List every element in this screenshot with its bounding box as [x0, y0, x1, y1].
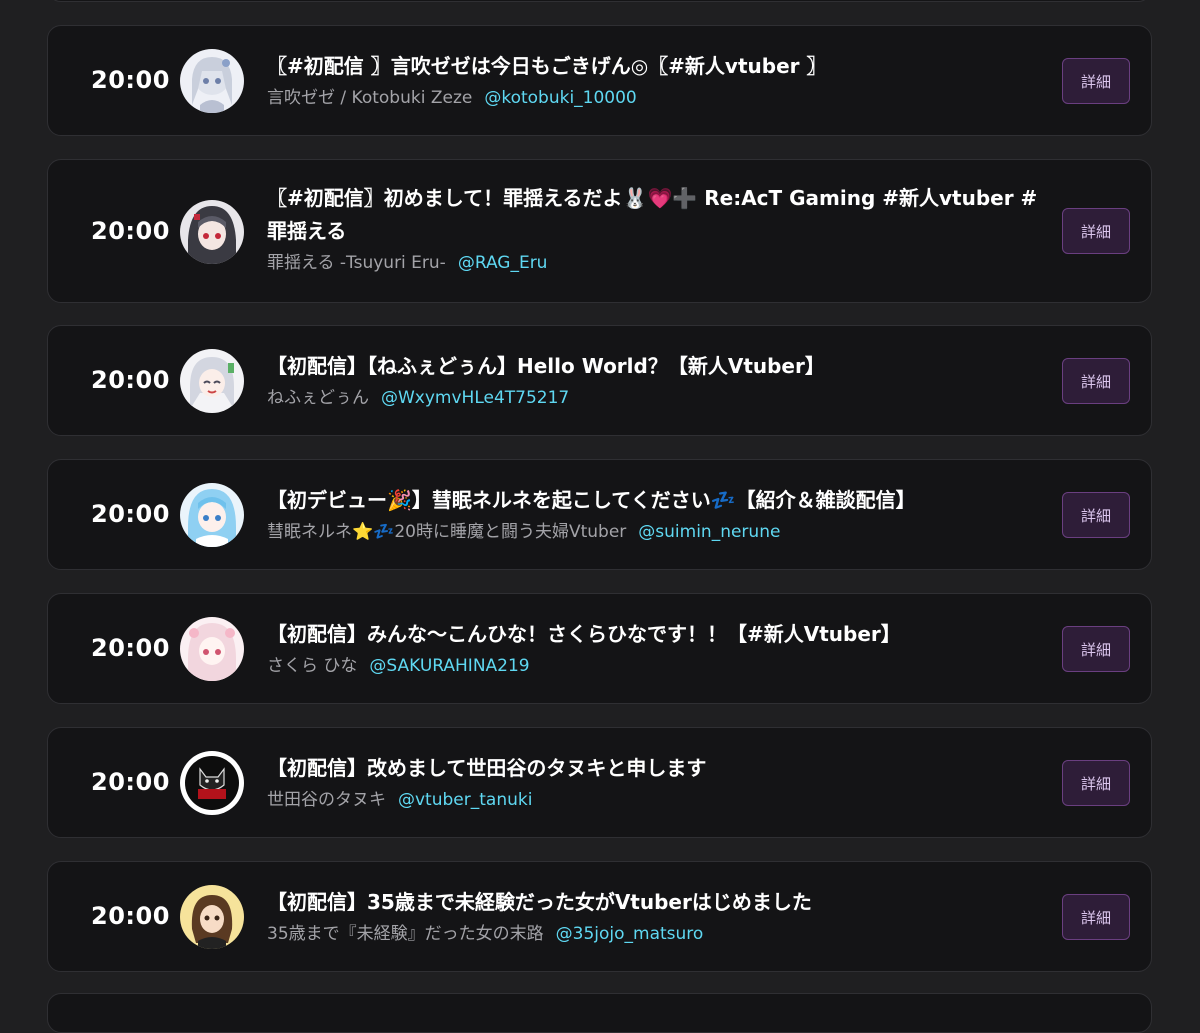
- detail-button[interactable]: 詳細: [1062, 894, 1130, 940]
- stream-title[interactable]: 【初配信】【ねふぇどぅん】Hello World？【新人Vtuber】: [267, 350, 1047, 383]
- channel-name[interactable]: 35歳まで『未経験』だった女の末路: [267, 924, 544, 944]
- avatar-sakura-hina-icon[interactable]: [180, 617, 244, 681]
- avatar-tsuyuri-eru-icon[interactable]: [180, 200, 244, 264]
- stream-title[interactable]: 〖#初配信 〗言吹ゼゼは今日もごきげん◎〖#新人vtuber 〗: [267, 50, 1047, 83]
- channel-handle[interactable]: @SAKURAHINA219: [369, 656, 529, 676]
- channel-handle[interactable]: @kotobuki_10000: [484, 88, 636, 108]
- channel-handle[interactable]: @vtuber_tanuki: [398, 790, 532, 810]
- stream-schedule-list: 20:00 〖#初配信 〗言吹ゼゼは今日もごきげん◎〖#新人vtuber 〗 言…: [0, 0, 1200, 1033]
- avatar-35jojo-matsuro-icon[interactable]: [180, 885, 244, 949]
- stream-time: 20:00: [91, 66, 170, 94]
- detail-button[interactable]: 詳細: [1062, 760, 1130, 806]
- channel-handle[interactable]: @35jojo_matsuro: [556, 924, 704, 944]
- channel-name[interactable]: 彗眠ネルネ⭐💤20時に睡魔と闘う夫婦Vtuber: [267, 522, 626, 542]
- avatar-kotobuki-zeze-icon[interactable]: [180, 49, 244, 113]
- stream-title[interactable]: 【初デビュー🎉】彗眠ネルネを起こしてください💤【紹介＆雑談配信】: [267, 484, 1047, 517]
- channel-name[interactable]: 世田谷のタヌキ: [267, 790, 386, 810]
- avatar-suimin-nerune-icon[interactable]: [180, 483, 244, 547]
- stream-time: 20:00: [91, 217, 170, 245]
- stream-card[interactable]: 20:00 【初配信】改めまして世田谷のタヌキと申します 世田谷のタヌキ @vtu…: [47, 727, 1152, 838]
- stream-title[interactable]: 【初配信】改めまして世田谷のタヌキと申します: [267, 752, 1047, 785]
- detail-button[interactable]: 詳細: [1062, 58, 1130, 104]
- stream-time: 20:00: [91, 902, 170, 930]
- stream-card[interactable]: 20:00 【初配信】35歳まで未経験だった女がVtuberはじめました 35歳…: [47, 861, 1152, 972]
- stream-card[interactable]: 20:00 【初配信】みんな〜こんひな！さくらひなです！！【#新人Vtuber】…: [47, 593, 1152, 704]
- detail-button[interactable]: 詳細: [1062, 626, 1130, 672]
- channel-name[interactable]: さくら ひな: [267, 656, 357, 676]
- stream-card[interactable]: 20:00 〖#初配信〗初めまして！罪揺えるだよ🐰💗➕ Re:AcT Gamin…: [47, 159, 1152, 303]
- stream-card[interactable]: 20:00 【初配信】【ねふぇどぅん】Hello World？【新人Vtuber…: [47, 325, 1152, 436]
- stream-card[interactable]: 20:00 【初デビュー🎉】彗眠ネルネを起こしてください💤【紹介＆雑談配信】 彗…: [47, 459, 1152, 570]
- stream-time: 20:00: [91, 768, 170, 796]
- avatar-setagaya-tanuki-icon[interactable]: [180, 751, 244, 815]
- channel-handle[interactable]: @WxymvHLe4T75217: [381, 388, 569, 408]
- avatar-nefuedoxu-icon[interactable]: [180, 349, 244, 413]
- channel-name[interactable]: ねふぇどぅん: [267, 388, 369, 408]
- detail-button[interactable]: 詳細: [1062, 208, 1130, 254]
- stream-card[interactable]: 20:00 〖#初配信 〗言吹ゼゼは今日もごきげん◎〖#新人vtuber 〗 言…: [47, 25, 1152, 136]
- detail-button[interactable]: 詳細: [1062, 358, 1130, 404]
- channel-handle[interactable]: @RAG_Eru: [458, 253, 548, 273]
- stream-card-partial: [47, 993, 1152, 1033]
- stream-time: 20:00: [91, 634, 170, 662]
- stream-title[interactable]: 〖#初配信〗初めまして！罪揺えるだよ🐰💗➕ Re:AcT Gaming #新人v…: [267, 182, 1047, 248]
- stream-time: 20:00: [91, 500, 170, 528]
- detail-button[interactable]: 詳細: [1062, 492, 1130, 538]
- channel-name[interactable]: 罪揺える -Tsuyuri Eru-: [267, 253, 446, 273]
- stream-title[interactable]: 【初配信】35歳まで未経験だった女がVtuberはじめました: [267, 886, 1047, 919]
- stream-time: 20:00: [91, 366, 170, 394]
- channel-handle[interactable]: @suimin_nerune: [638, 522, 780, 542]
- stream-card-partial: [47, 0, 1152, 2]
- stream-title[interactable]: 【初配信】みんな〜こんひな！さくらひなです！！【#新人Vtuber】: [267, 618, 1047, 651]
- channel-name[interactable]: 言吹ゼゼ / Kotobuki Zeze: [267, 88, 472, 108]
